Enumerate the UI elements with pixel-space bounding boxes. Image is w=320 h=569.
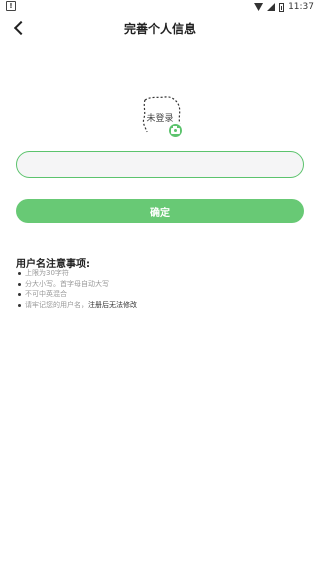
signal-icon xyxy=(267,3,276,11)
username-input[interactable] xyxy=(16,151,304,178)
avatar-section[interactable]: 未登录 xyxy=(137,94,185,142)
list-item: 请牢记您的用户名，注册后无法修改 xyxy=(18,300,137,311)
confirm-button[interactable]: 确定 xyxy=(16,199,304,223)
notes-list: 上限为30字符 分大小写。首字母自动大写 不可中英混合 请牢记您的用户名，注册后… xyxy=(18,268,137,310)
list-item: 分大小写。首字母自动大写 xyxy=(18,279,137,290)
top-bar: 完善个人信息 xyxy=(0,14,320,44)
wifi-icon xyxy=(254,3,264,11)
camera-icon[interactable] xyxy=(167,122,184,139)
battery-icon xyxy=(279,2,285,12)
warning-icon: ! xyxy=(6,1,16,11)
status-time: 11:37 xyxy=(288,2,314,12)
list-item: 不可中英混合 xyxy=(18,289,137,300)
list-item: 上限为30字符 xyxy=(18,268,137,279)
page-title: 完善个人信息 xyxy=(123,22,196,36)
status-bar: ! 11:37 xyxy=(0,0,320,14)
avatar-label: 未登录 xyxy=(146,113,174,124)
